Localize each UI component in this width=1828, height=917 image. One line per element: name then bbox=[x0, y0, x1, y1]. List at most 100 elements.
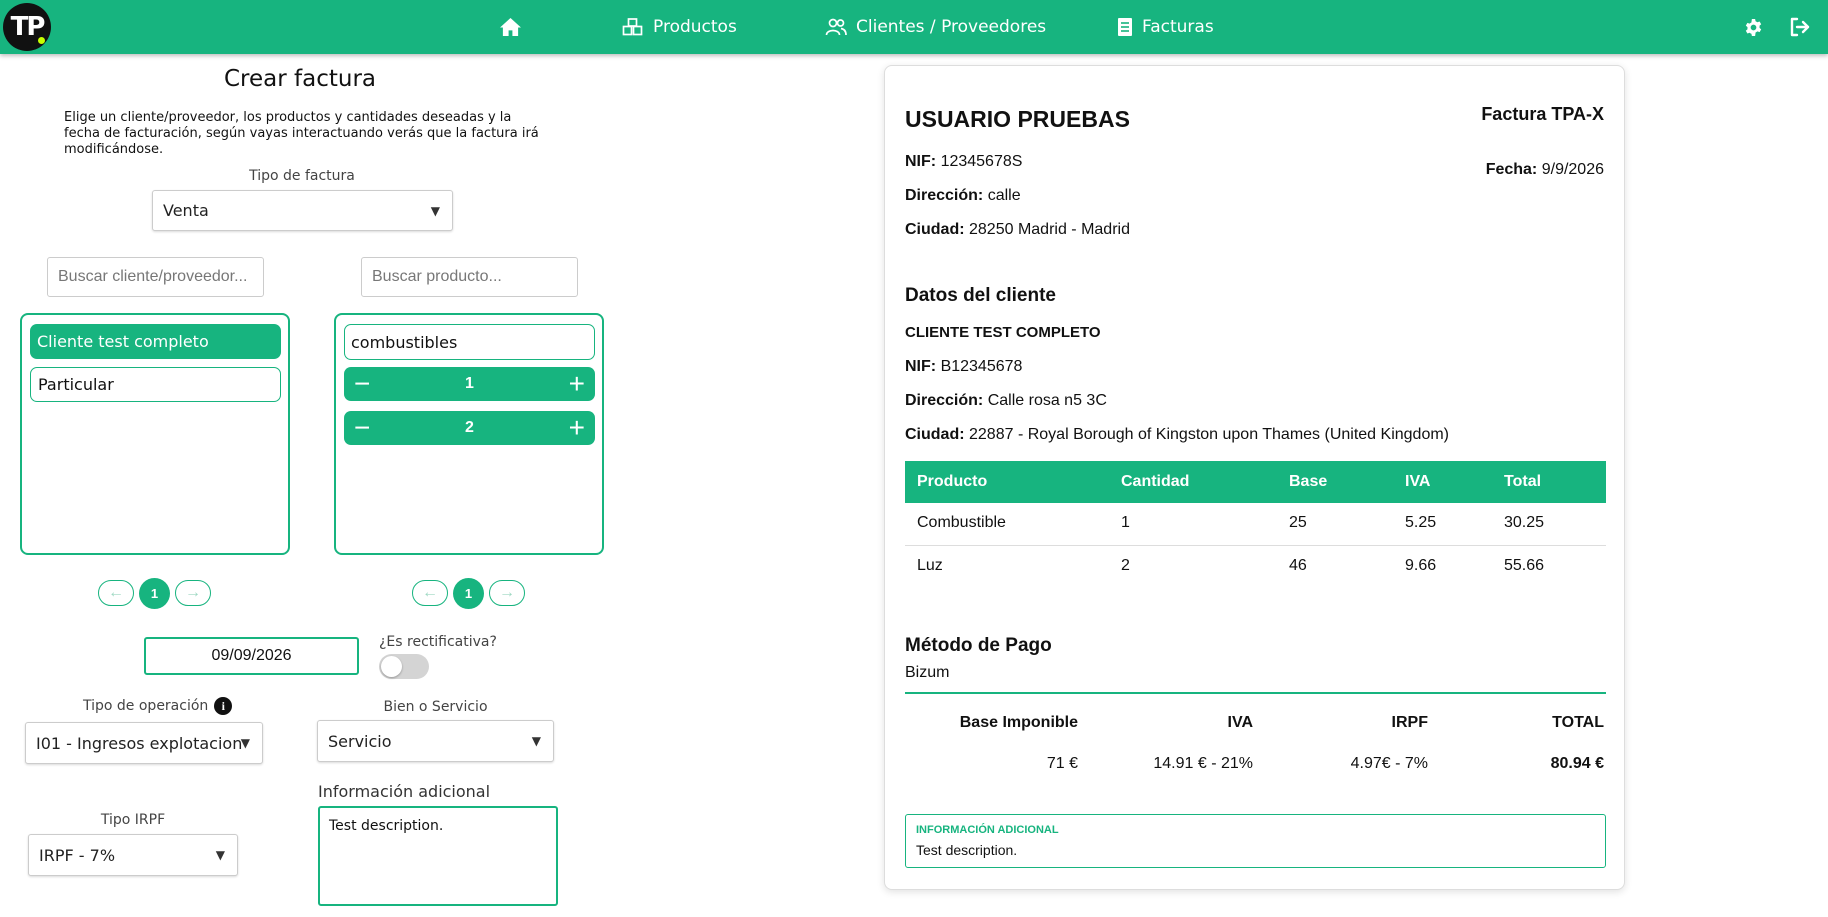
client-pager-prev[interactable]: ← bbox=[98, 580, 134, 606]
client-nif-value: B12345678 bbox=[940, 358, 1023, 375]
quantity-stepper: − 1 + bbox=[344, 367, 595, 401]
header-total: Total bbox=[1504, 473, 1542, 490]
rectificativa-label: ¿Es rectificativa? bbox=[379, 634, 497, 650]
nav-productos[interactable]: Productos bbox=[622, 0, 737, 54]
minus-icon[interactable]: − bbox=[354, 370, 370, 398]
quantity-value: 1 bbox=[465, 375, 474, 392]
totals-value-iva: 14.91 € - 21% bbox=[1153, 755, 1253, 772]
invoice-preview: USUARIO PRUEBAS Factura TPA-X NIF: 12345… bbox=[884, 65, 1625, 890]
cell-producto: Combustible bbox=[917, 514, 1006, 531]
client-address-value: Calle rosa n5 3C bbox=[987, 392, 1107, 409]
totals-value-base: 71 € bbox=[1046, 755, 1078, 772]
operation-type-label-text: Tipo de operación bbox=[83, 698, 209, 714]
irpf-type-value: IRPF - 7% bbox=[39, 845, 116, 865]
good-or-service-select[interactable]: Servicio ▼ bbox=[317, 720, 554, 762]
payment-title: Método de Pago bbox=[905, 635, 1052, 656]
invoice-number: Factura TPA-X bbox=[1481, 104, 1604, 124]
dropdown-arrow-icon: ▼ bbox=[215, 848, 225, 862]
gear-icon[interactable] bbox=[1744, 18, 1763, 42]
invoice-date: Fecha: 9/9/2026 bbox=[1486, 161, 1604, 179]
nav-clientes-proveedores[interactable]: Clientes / Proveedores bbox=[825, 0, 1046, 54]
product-filter-item[interactable]: combustibles bbox=[344, 324, 595, 360]
row-divider bbox=[905, 545, 1606, 546]
page-title: Crear factura bbox=[224, 66, 377, 92]
nav-productos-label: Productos bbox=[653, 17, 737, 37]
product-list: combustibles − 1 + − 2 + bbox=[334, 313, 604, 555]
city-value: 28250 Madrid - Madrid bbox=[969, 221, 1130, 238]
nif-value: 12345678S bbox=[940, 153, 1023, 170]
header-base: Base bbox=[1289, 473, 1328, 490]
users-icon bbox=[825, 18, 847, 36]
client-nif: NIF: B12345678 bbox=[905, 358, 1022, 376]
client-section-title: Datos del cliente bbox=[905, 285, 1056, 306]
cell-total: 30.25 bbox=[1504, 514, 1545, 531]
additional-info-title: INFORMACIÓN ADICIONAL bbox=[916, 824, 1059, 836]
date-label: Fecha: bbox=[1485, 161, 1538, 178]
cell-base: 25 bbox=[1289, 514, 1307, 531]
dropdown-arrow-icon: ▼ bbox=[430, 203, 440, 218]
toggle-knob bbox=[381, 656, 402, 677]
client-item-cliente-test[interactable]: Cliente test completo bbox=[30, 324, 281, 359]
product-search-input[interactable]: Buscar producto... bbox=[361, 257, 578, 297]
operation-type-label: Tipo de operación i bbox=[83, 697, 233, 715]
cell-iva: 5.25 bbox=[1405, 514, 1437, 531]
client-search-input[interactable]: Buscar cliente/proveedor... bbox=[47, 257, 264, 297]
minus-icon[interactable]: − bbox=[354, 414, 370, 442]
top-navbar: TP Productos Clientes / Proveedores Fact… bbox=[0, 0, 1828, 54]
plus-icon[interactable]: + bbox=[569, 414, 585, 442]
additional-info-box: INFORMACIÓN ADICIONAL Test description. bbox=[905, 814, 1606, 868]
payment-method: Bizum bbox=[905, 664, 950, 681]
good-or-service-value: Servicio bbox=[328, 731, 392, 751]
product-pager-prev[interactable]: ← bbox=[412, 580, 448, 606]
totals-value-total: 80.94 € bbox=[1550, 755, 1604, 772]
client-address-label: Dirección: bbox=[905, 392, 984, 409]
invoice-date-input[interactable]: 09/09/2026 bbox=[144, 637, 359, 675]
home-icon[interactable] bbox=[499, 17, 522, 42]
company-nif: NIF: 12345678S bbox=[905, 153, 1022, 171]
header-iva: IVA bbox=[1405, 473, 1431, 490]
logout-icon[interactable] bbox=[1789, 17, 1811, 42]
additional-info-textarea[interactable]: Test description. bbox=[318, 806, 558, 906]
date-value: 9/9/2026 bbox=[1541, 161, 1604, 178]
dropdown-arrow-icon: ▼ bbox=[531, 734, 541, 748]
nav-facturas[interactable]: Facturas bbox=[1117, 0, 1214, 54]
nav-facturas-label: Facturas bbox=[1142, 17, 1214, 37]
boxes-icon bbox=[622, 18, 643, 36]
client-pager-page[interactable]: 1 bbox=[139, 578, 170, 609]
product-pager-page[interactable]: 1 bbox=[453, 578, 484, 609]
totals-header-iva: IVA bbox=[1227, 714, 1253, 731]
cell-iva: 9.66 bbox=[1405, 557, 1437, 574]
client-nif-label: NIF: bbox=[905, 358, 937, 375]
form-description: Elige un cliente/proveedor, los producto… bbox=[64, 110, 539, 157]
nif-label: NIF: bbox=[905, 153, 937, 170]
client-address: Dirección: Calle rosa n5 3C bbox=[905, 392, 1107, 410]
rectificativa-toggle[interactable] bbox=[379, 654, 429, 679]
nav-clientes-label: Clientes / Proveedores bbox=[856, 17, 1047, 37]
operation-type-value: I01 - Ingresos explotacion bbox=[36, 733, 243, 753]
invoice-type-select[interactable]: Venta ▼ bbox=[152, 190, 453, 231]
invoice-type-label: Tipo de factura bbox=[249, 168, 355, 184]
plus-icon[interactable]: + bbox=[569, 370, 585, 398]
additional-info-text: Test description. bbox=[916, 842, 1018, 858]
invoice-icon bbox=[1118, 18, 1132, 36]
company-name: USUARIO PRUEBAS bbox=[905, 106, 1130, 132]
cell-cantidad: 1 bbox=[1121, 514, 1130, 531]
product-pager-next[interactable]: → bbox=[489, 580, 525, 606]
quantity-value: 2 bbox=[465, 419, 474, 436]
info-icon[interactable]: i bbox=[214, 697, 233, 715]
client-city-label: Ciudad: bbox=[905, 426, 965, 443]
cell-total: 55.66 bbox=[1504, 557, 1545, 574]
operation-type-select[interactable]: I01 - Ingresos explotacion ▼ bbox=[25, 722, 263, 764]
totals-header-irpf: IRPF bbox=[1391, 714, 1428, 731]
client-pager-next[interactable]: → bbox=[175, 580, 211, 606]
cell-base: 46 bbox=[1289, 557, 1307, 574]
client-city: Ciudad: 22887 - Royal Borough of Kingsto… bbox=[905, 426, 1449, 444]
irpf-type-select[interactable]: IRPF - 7% ▼ bbox=[28, 834, 238, 876]
client-item-particular[interactable]: Particular bbox=[30, 367, 281, 402]
client-list: Cliente test completo Particular bbox=[20, 313, 290, 555]
totals-value-irpf: 4.97€ - 7% bbox=[1350, 755, 1428, 772]
header-producto: Producto bbox=[917, 473, 988, 490]
app-logo[interactable]: TP bbox=[3, 3, 51, 51]
client-city-value: 22887 - Royal Borough of Kingston upon T… bbox=[969, 426, 1449, 443]
additional-info-label: Información adicional bbox=[318, 782, 491, 801]
